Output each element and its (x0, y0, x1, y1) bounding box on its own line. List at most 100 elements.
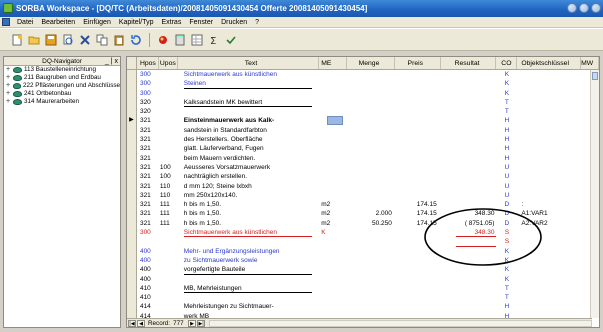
preis-cell[interactable] (395, 265, 441, 274)
save-icon[interactable] (44, 33, 58, 47)
me-cell[interactable] (319, 116, 347, 126)
grid-row[interactable]: 400 zu Sichtmauerwerk sowie K (127, 255, 599, 266)
menge-cell[interactable] (347, 154, 395, 163)
upos-cell[interactable] (159, 79, 178, 88)
preis-cell[interactable]: 174.15 (395, 200, 441, 209)
objektschluessel-cell[interactable] (517, 172, 581, 181)
objektschluessel-cell[interactable] (517, 237, 581, 246)
grid-row[interactable]: 410 MB, Mehrleistungen T (127, 283, 599, 294)
grid-row[interactable]: 300 Sichtmauerwerk aus künstlichen K (127, 70, 599, 80)
menge-cell[interactable] (347, 284, 395, 293)
minimize-button[interactable] (567, 3, 577, 13)
expand-icon[interactable]: + (6, 82, 12, 90)
text-cell[interactable]: vorgefertigte Bauteile (177, 265, 320, 275)
menge-cell[interactable] (347, 116, 395, 125)
hpos-cell[interactable]: 400 (137, 265, 159, 274)
grid-row[interactable]: 321 des Herstellers. Oberfläche H (127, 135, 599, 145)
me-cell[interactable] (319, 172, 347, 181)
me-cell[interactable] (319, 144, 347, 153)
objektschluessel-cell[interactable] (517, 256, 581, 265)
co-cell[interactable]: T (496, 293, 517, 302)
menu-drucken[interactable]: Drucken (217, 17, 251, 28)
me-cell[interactable]: m2 (319, 200, 347, 209)
maximize-button[interactable] (579, 3, 589, 13)
me-cell[interactable] (319, 265, 347, 274)
hpos-cell[interactable]: 321 (137, 135, 159, 144)
objektschluessel-cell[interactable] (517, 154, 581, 163)
objektschluessel-cell[interactable] (517, 70, 581, 79)
upos-cell[interactable] (159, 302, 178, 311)
hpos-cell[interactable]: 300 (137, 70, 159, 79)
hpos-cell[interactable] (137, 237, 159, 246)
grid-row[interactable]: 321 111 h bis m 1,50. m2 174.15 D: (127, 200, 599, 210)
co-cell[interactable]: K (496, 89, 517, 98)
co-cell[interactable]: U (496, 191, 517, 200)
menu-fenster[interactable]: Fenster (185, 17, 217, 28)
text-cell[interactable]: zu Sichtmauerwerk sowie (178, 256, 319, 265)
text-cell[interactable]: Steinen (177, 79, 320, 89)
hpos-cell[interactable]: 321 (137, 172, 159, 181)
resultat-cell[interactable] (441, 154, 497, 163)
close-window-button[interactable] (591, 3, 601, 13)
hpos-cell[interactable]: 321 (137, 200, 159, 209)
resultat-cell[interactable] (441, 70, 497, 79)
grid-row[interactable]: ▶ 321 Einsteinmauerwerk aus Kalk- H (127, 116, 599, 126)
text-cell[interactable]: h bis m 1,50. (178, 200, 319, 209)
upos-cell[interactable]: 110 (159, 182, 178, 191)
grid-row[interactable]: 321 111 h bis m 1,50. m2 2.000 174.15 348.30 D A… (127, 209, 599, 219)
preis-cell[interactable] (395, 89, 441, 98)
menge-cell[interactable] (347, 256, 395, 265)
calculator-icon[interactable] (173, 33, 187, 47)
upos-cell[interactable]: 100 (159, 163, 178, 172)
co-cell[interactable]: T (496, 107, 517, 116)
text-cell[interactable] (178, 89, 319, 98)
col-header-text[interactable]: Text (178, 57, 320, 69)
text-cell[interactable]: beim Mauern verdichten. (178, 154, 319, 163)
upos-cell[interactable] (159, 256, 178, 265)
row-indicator[interactable] (127, 283, 137, 294)
objektschluessel-cell[interactable] (517, 182, 581, 191)
text-cell[interactable] (178, 293, 319, 302)
me-cell[interactable] (319, 135, 347, 144)
menge-cell[interactable] (347, 135, 395, 144)
co-cell[interactable]: U (496, 172, 517, 181)
row-indicator[interactable] (127, 274, 137, 284)
menge-cell[interactable] (347, 126, 395, 135)
objektschluessel-cell[interactable] (517, 116, 581, 125)
text-cell[interactable]: MB, Mehrleistungen (177, 283, 320, 294)
resultat-cell[interactable] (441, 135, 497, 144)
sum-icon[interactable]: Σ (207, 33, 221, 47)
grid-row[interactable]: 300 Steinen K (127, 79, 599, 89)
me-cell[interactable]: m2 (319, 209, 347, 218)
menge-cell[interactable] (347, 275, 395, 284)
row-indicator[interactable]: ▶ (127, 116, 137, 126)
text-cell[interactable]: Sichtmauerwerk aus künstlichen (178, 70, 319, 79)
resultat-cell[interactable]: 348.30 (440, 228, 497, 238)
hpos-cell[interactable]: 400 (137, 247, 159, 256)
navigator-tree-item[interactable]: +314 Maurerarbeiten (4, 98, 120, 106)
text-cell[interactable]: des Herstellers. Oberfläche (178, 135, 319, 144)
upos-cell[interactable] (159, 98, 178, 107)
text-cell[interactable] (178, 237, 319, 246)
menge-cell[interactable] (347, 293, 395, 302)
me-cell[interactable]: m2 (319, 219, 347, 228)
menge-cell[interactable] (347, 107, 395, 116)
hpos-cell[interactable]: 321 (137, 219, 159, 228)
menge-cell[interactable] (347, 228, 395, 237)
text-cell[interactable]: h bis m 1,50. (178, 209, 319, 218)
objektschluessel-cell[interactable]: A1:VAR1 (517, 209, 581, 218)
co-cell[interactable]: K (496, 247, 517, 256)
text-cell[interactable]: Aeusseres Vorsatzmauerwerk (178, 163, 319, 172)
row-indicator[interactable] (127, 153, 137, 163)
menu-bearbeiten[interactable]: Bearbeiten (37, 17, 79, 28)
menge-cell[interactable] (347, 172, 395, 181)
col-header-upos[interactable]: Upos (159, 57, 178, 69)
resultat-cell[interactable] (441, 172, 497, 181)
col-header-co[interactable]: CO (496, 57, 518, 69)
text-cell[interactable]: Mehr- und Ergänzungsleistungen (178, 247, 319, 256)
objektschluessel-cell[interactable] (517, 275, 581, 284)
resultat-cell[interactable] (441, 89, 497, 98)
me-cell[interactable] (319, 256, 347, 265)
co-cell[interactable]: K (496, 79, 517, 88)
menge-cell[interactable] (347, 144, 395, 153)
